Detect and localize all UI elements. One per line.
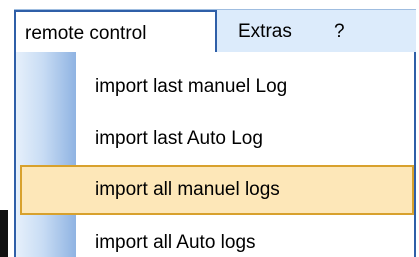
menu-extras[interactable]: Extras <box>232 10 312 53</box>
menu-item-import-last-manuel-log[interactable]: import last manuel Log <box>20 62 414 112</box>
menu-item-label: import all Auto logs <box>95 232 256 253</box>
menu-item-label: import last manuel Log <box>95 76 288 97</box>
menu-item-import-last-auto-log[interactable]: import last Auto Log <box>20 114 414 164</box>
remote-control-dropdown: import last manuel Log import last Auto … <box>14 52 416 257</box>
menu-bar: remote control Extras ? <box>14 9 416 53</box>
menu-item-import-all-manuel-logs[interactable]: import all manuel logs <box>20 165 414 215</box>
screen: remote control Extras ? import last manu… <box>0 0 419 257</box>
background-window-edge <box>0 210 8 257</box>
menu-help[interactable]: ? <box>324 10 364 53</box>
menu-item-label: import last Auto Log <box>95 128 263 149</box>
menu-item-label: import all manuel logs <box>95 179 280 200</box>
menu-remote-control[interactable]: remote control <box>14 10 217 53</box>
menu-item-import-all-auto-logs[interactable]: import all Auto logs <box>20 218 414 257</box>
